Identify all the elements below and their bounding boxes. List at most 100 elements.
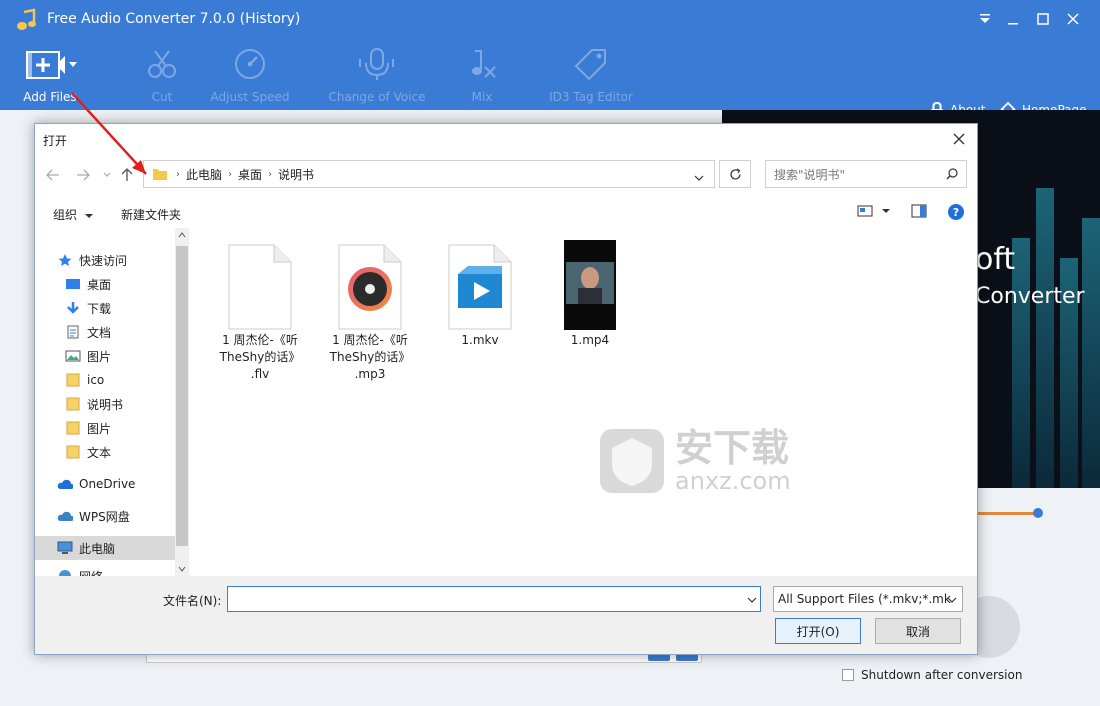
equalizer-bar: [1036, 188, 1054, 488]
watermark-cn: 安下载: [675, 426, 790, 470]
refresh-icon[interactable]: [719, 160, 751, 188]
folder-icon: [65, 373, 81, 387]
filetype-dropdown-icon[interactable]: [947, 597, 957, 603]
maximize-icon[interactable]: [1032, 8, 1054, 30]
menu-dropdown-icon[interactable]: [974, 8, 996, 30]
shutdown-option[interactable]: Shutdown after conversion: [842, 668, 1022, 682]
id3-editor-button[interactable]: ID3 Tag Editor: [540, 46, 642, 108]
nav-label: 桌面: [87, 277, 112, 292]
search-icon[interactable]: [946, 168, 958, 183]
new-folder-button[interactable]: 新建文件夹: [121, 206, 181, 223]
file-item[interactable]: 1 周杰伦-《听 TheShy的话》 .mp3: [315, 238, 425, 383]
organize-button[interactable]: 组织: [53, 206, 93, 223]
network-icon: [57, 569, 73, 576]
mix-button[interactable]: Mix: [456, 46, 508, 108]
nav-folder-pictures[interactable]: 图片: [65, 416, 189, 440]
nav-quick-access[interactable]: 快速访问: [57, 248, 189, 272]
open-button[interactable]: 打开(O): [775, 618, 861, 644]
filename-label: 文件名(N):: [163, 594, 222, 608]
filename-dropdown-icon[interactable]: [747, 597, 757, 603]
pictures-icon: [65, 349, 81, 363]
change-voice-button[interactable]: Change of Voice: [326, 46, 428, 108]
file-item[interactable]: 1.mkv: [425, 238, 535, 349]
minimize-icon[interactable]: [1002, 8, 1024, 30]
close-icon[interactable]: [1062, 8, 1084, 30]
navigation-pane: 快速访问 桌面 下载 文档 图片 ico 说明书 图片 文本 OneDrive …: [35, 228, 189, 576]
chevron-down-icon: [84, 214, 93, 218]
slider-handle[interactable]: [1033, 508, 1043, 518]
cut-button[interactable]: Cut: [126, 46, 198, 108]
breadcrumb-desktop[interactable]: 桌面: [238, 166, 262, 183]
file-name-line: 1 周杰伦-《听: [222, 333, 298, 347]
nav-wps[interactable]: WPS网盘: [57, 504, 189, 528]
desktop-icon: [65, 277, 81, 291]
nav-folder-text[interactable]: 文本: [65, 440, 189, 464]
folder-icon: [65, 421, 81, 435]
folder-icon: [65, 397, 81, 411]
title-bar: Free Audio Converter 7.0.0 (History): [0, 0, 1100, 40]
nav-desktop[interactable]: 桌面: [65, 272, 189, 296]
preview-pane-icon[interactable]: [911, 204, 927, 221]
file-item[interactable]: 1.mp4: [535, 238, 645, 349]
watermark-en: anxz.com: [675, 467, 791, 495]
up-icon[interactable]: [119, 167, 135, 183]
music-note-logo-icon: [17, 8, 36, 30]
search-box[interactable]: 搜索"说明书": [765, 160, 967, 188]
filetype-select[interactable]: All Support Files (*.mkv;*.mk: [773, 586, 963, 612]
app-title: Free Audio Converter 7.0.0 (History): [47, 11, 301, 27]
filetype-value: All Support Files (*.mkv;*.mk: [778, 592, 951, 606]
address-bar[interactable]: › 此电脑 › 桌面 › 说明书: [143, 160, 715, 188]
file-name-line: 1.mkv: [461, 333, 499, 347]
nav-folder-ico[interactable]: ico: [65, 368, 189, 392]
help-icon[interactable]: ?: [947, 203, 965, 224]
file-name-line: TheShy的话》: [219, 350, 301, 364]
back-icon[interactable]: [45, 167, 61, 183]
nav-label: OneDrive: [79, 477, 136, 491]
adjust-speed-button[interactable]: Adjust Speed: [206, 46, 294, 108]
nav-label: 文档: [87, 325, 112, 340]
watermark: 安下载 anxz.com: [597, 426, 791, 496]
nav-downloads[interactable]: 下载: [65, 296, 189, 320]
scroll-down-icon[interactable]: [178, 566, 186, 572]
cancel-button[interactable]: 取消: [875, 618, 961, 644]
open-file-dialog: 打开 › 此电脑 › 桌面 › 说明书 搜索"说明书" 组织 新建文件夹 ? 快…: [34, 123, 978, 655]
nav-this-pc[interactable]: 此电脑: [35, 536, 175, 560]
breadcrumb-this-pc[interactable]: 此电脑: [186, 166, 222, 183]
recent-dropdown-icon[interactable]: [99, 167, 115, 183]
video-thumbnail-icon: [564, 240, 616, 330]
file-name-line: .flv: [250, 367, 270, 381]
scissors-icon: [148, 50, 176, 78]
nav-pictures[interactable]: 图片: [65, 344, 189, 368]
filename-row: 文件名(N): All Support Files (*.mkv;*.mk 打开…: [35, 576, 977, 654]
address-dropdown-icon[interactable]: [694, 170, 704, 184]
file-name-line: 1 周杰伦-《听: [332, 333, 408, 347]
nav-folder-manual[interactable]: 说明书: [65, 392, 189, 416]
mix-notes-icon: [472, 50, 496, 78]
filename-input[interactable]: [227, 586, 761, 612]
dialog-title: 打开: [43, 134, 68, 148]
search-placeholder: 搜索"说明书": [774, 167, 846, 182]
folder-icon: [153, 169, 167, 180]
file-item[interactable]: 1 周杰伦-《听 TheShy的话》 .flv: [205, 238, 315, 383]
shutdown-checkbox[interactable]: [842, 669, 854, 681]
cloud-icon: [57, 509, 73, 523]
slider-track[interactable]: [975, 512, 1037, 515]
add-files-icon: [26, 51, 77, 79]
scroll-thumb[interactable]: [176, 246, 188, 546]
forward-icon[interactable]: [75, 167, 91, 183]
file-name-line: .mp3: [354, 367, 386, 381]
view-options-icon[interactable]: [857, 204, 893, 221]
command-bar: 组织 新建文件夹 ?: [35, 196, 977, 228]
nav-network[interactable]: 网络: [57, 564, 189, 576]
dialog-close-icon[interactable]: [947, 128, 971, 150]
nav-documents[interactable]: 文档: [65, 320, 189, 344]
breadcrumb-manual[interactable]: 说明书: [278, 166, 314, 183]
nav-label: 图片: [87, 349, 112, 364]
equalizer-bar: [1082, 218, 1100, 488]
nav-onedrive[interactable]: OneDrive: [57, 472, 189, 496]
navigation-row: › 此电脑 › 桌面 › 说明书 搜索"说明书": [35, 158, 977, 192]
nav-label: 说明书: [87, 397, 124, 412]
add-files-button[interactable]: Add Files: [14, 46, 86, 108]
scroll-up-icon[interactable]: [178, 232, 186, 238]
add-files-label: Add Files: [23, 90, 77, 104]
